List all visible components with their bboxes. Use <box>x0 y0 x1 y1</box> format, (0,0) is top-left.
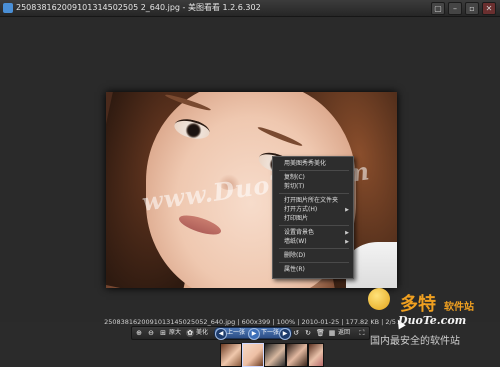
zoom-out-icon[interactable]: ⊖ <box>147 329 155 337</box>
grid-view-icon[interactable]: ▦ <box>328 329 336 337</box>
maximize-button[interactable]: ▫ <box>465 2 479 15</box>
menu-item-label: 复制(C) <box>284 174 305 181</box>
thumbnail-strip <box>214 341 324 367</box>
play-slideshow-icon[interactable]: ▶ <box>248 328 260 340</box>
menu-item-wallpaper[interactable]: 墙纸(W) ▶ <box>273 238 353 246</box>
menu-item-label: 用美图秀秀美化 <box>284 160 327 167</box>
thumbnail[interactable] <box>286 343 308 367</box>
context-menu: 用美图秀秀美化 复制(C) 剪切(T) 打开图片所在文件夹 打开方式(H) ▶ … <box>272 156 354 279</box>
site-watermark-logo: 多特 软件站 DuoTe.com 国内最安全的软件站 <box>352 288 500 366</box>
menu-item-label: 墙纸(W) <box>284 238 307 245</box>
menu-item-open-with[interactable]: 打开方式(H) ▶ <box>273 206 353 214</box>
navigation-group: ◀ 上一张 ▶ 下一张 ▶ <box>214 327 292 340</box>
next-arrow-icon[interactable]: ▶ <box>279 328 291 340</box>
menu-separator <box>279 193 349 194</box>
menu-item-copy[interactable]: 复制(C) <box>273 174 353 182</box>
zoom-in-icon[interactable]: ⊕ <box>135 329 143 337</box>
menu-separator <box>279 170 349 171</box>
actual-size-icon[interactable]: ⊞ <box>159 329 167 337</box>
submenu-arrow-icon: ▶ <box>345 207 349 213</box>
menu-separator <box>279 262 349 263</box>
submenu-arrow-icon: ▶ <box>345 239 349 245</box>
menu-item-properties[interactable]: 属性(R) <box>273 266 353 274</box>
prev-arrow-icon[interactable]: ◀ <box>215 328 227 340</box>
menu-item-label: 打开图片所在文件夹 <box>284 197 339 204</box>
menu-item-open-folder[interactable]: 打开图片所在文件夹 <box>273 197 353 205</box>
actual-size-button[interactable]: 原大 <box>169 328 181 338</box>
menu-item-label: 打印图片 <box>284 215 309 222</box>
app-icon <box>3 3 13 13</box>
menu-item-label: 剪切(T) <box>284 183 305 190</box>
menu-item-print[interactable]: 打印图片 <box>273 215 353 223</box>
beautify-icon[interactable]: ✿ <box>186 329 194 337</box>
minimize-button[interactable]: – <box>448 2 462 15</box>
menu-item-label: 打开方式(H) <box>284 206 318 213</box>
title-bar: 250838162009101314502505 2_640.jpg - 美图看… <box>0 0 500 17</box>
brand-url: DuoTe.com <box>398 314 467 327</box>
brand-name: 多特 <box>400 294 436 315</box>
menu-item-cut[interactable]: 剪切(T) <box>273 183 353 191</box>
thumbnail[interactable] <box>220 343 242 367</box>
prev-image-button[interactable]: 上一张 <box>227 328 245 338</box>
menu-item-beautify[interactable]: 用美图秀秀美化 <box>273 160 353 168</box>
close-button[interactable]: ✕ <box>482 2 496 15</box>
rotate-left-icon[interactable]: ↺ <box>292 329 300 337</box>
thumbnail[interactable] <box>264 343 286 367</box>
mascot-icon <box>368 288 390 310</box>
thumbnail-selected[interactable] <box>242 343 264 367</box>
window-title: 250838162009101314502505 2_640.jpg - 美图看… <box>16 3 261 12</box>
menu-item-background-color[interactable]: 设置背景色 ▶ <box>273 229 353 237</box>
submenu-arrow-icon: ▶ <box>345 230 349 236</box>
rotate-right-icon[interactable]: ↻ <box>304 329 312 337</box>
thumbnail[interactable] <box>308 343 324 367</box>
back-button[interactable]: 返回 <box>338 328 350 338</box>
window-controls: ▢ – ▫ ✕ <box>431 2 496 15</box>
menu-item-label: 删除(D) <box>284 252 306 259</box>
delete-icon[interactable]: 🗑 <box>316 329 325 337</box>
menu-item-label: 设置背景色 <box>284 229 315 236</box>
menu-separator <box>279 225 349 226</box>
menu-separator <box>279 248 349 249</box>
beautify-button[interactable]: 美化 <box>196 328 208 338</box>
compact-mode-button[interactable]: ▢ <box>431 2 445 15</box>
menu-item-label: 属性(R) <box>284 266 305 273</box>
brand-slogan: 国内最安全的软件站 <box>370 336 460 347</box>
brand-suffix: 软件站 <box>444 302 474 313</box>
menu-item-delete[interactable]: 删除(D) <box>273 252 353 260</box>
next-image-button[interactable]: 下一张 <box>261 328 279 338</box>
